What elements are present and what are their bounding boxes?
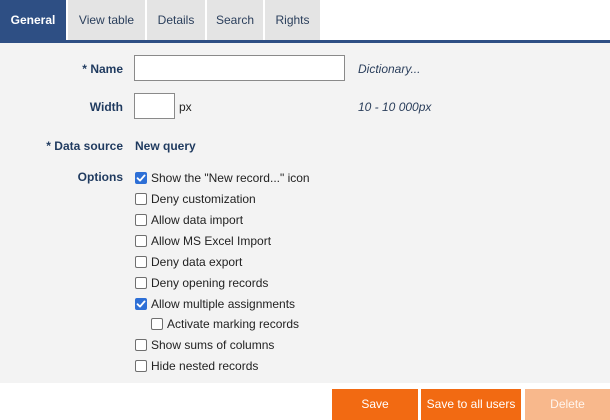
tab-bar: General View table Details Search Rights [0,0,610,43]
required-mark: * [46,139,51,153]
option-label: Hide nested records [151,359,259,373]
tab-general[interactable]: General [0,0,66,40]
form-panel [0,43,610,383]
checkbox-unchecked[interactable] [135,256,147,268]
option-label: Deny data export [151,255,243,269]
checkbox-unchecked[interactable] [135,277,147,289]
check-icon [136,174,146,182]
checkbox-unchecked[interactable] [135,235,147,247]
option-label: Allow multiple assignments [151,297,296,311]
width-hint: 10 - 10 000px [358,100,432,114]
required-mark: * [82,62,87,76]
option-label: Allow MS Excel Import [151,234,272,248]
data-source-label: * Data source [20,139,123,153]
option-item[interactable]: Allow multiple assignments [135,296,295,312]
checkbox-unchecked[interactable] [151,318,163,330]
width-unit: px [179,100,192,114]
option-item[interactable]: Activate marking records [151,316,299,332]
tab-view-table[interactable]: View table [68,0,145,40]
check-icon [136,300,146,308]
checkbox-checked[interactable] [135,172,147,184]
tab-rights[interactable]: Rights [265,0,320,40]
option-label: Allow data import [151,213,244,227]
width-label: Width [89,100,123,114]
name-hint: Dictionary... [358,62,421,76]
name-label-text: Name [90,62,123,76]
name-label: * Name [40,62,123,76]
option-item[interactable]: Show the "New record..." icon [135,170,310,186]
option-label: Deny opening records [151,276,269,290]
tab-search[interactable]: Search [207,0,263,40]
option-item[interactable]: Allow MS Excel Import [135,233,271,249]
checkbox-unchecked[interactable] [135,360,147,372]
delete-button[interactable]: Delete [525,389,610,420]
checkbox-unchecked[interactable] [135,214,147,226]
data-source-link[interactable]: New query [135,139,196,153]
option-item[interactable]: Allow data import [135,212,243,228]
data-source-label-text: Data source [54,139,123,153]
width-input[interactable] [134,93,175,119]
option-item[interactable]: Deny data export [135,254,242,270]
option-item[interactable]: Show sums of columns [135,337,274,353]
option-item[interactable]: Deny customization [135,191,256,207]
checkbox-unchecked[interactable] [135,193,147,205]
options-label: Options [77,170,123,184]
option-item[interactable]: Deny opening records [135,275,268,291]
option-item[interactable]: Hide nested records [135,358,258,374]
save-button[interactable]: Save [332,389,418,420]
option-label: Show sums of columns [151,338,275,352]
checkbox-checked[interactable] [135,298,147,310]
tab-details[interactable]: Details [147,0,205,40]
option-label: Show the "New record..." icon [151,171,310,185]
option-label: Deny customization [151,192,256,206]
name-input[interactable] [134,55,345,81]
save-to-all-users-button[interactable]: Save to all users [421,389,521,420]
option-label: Activate marking records [167,317,300,331]
checkbox-unchecked[interactable] [135,339,147,351]
